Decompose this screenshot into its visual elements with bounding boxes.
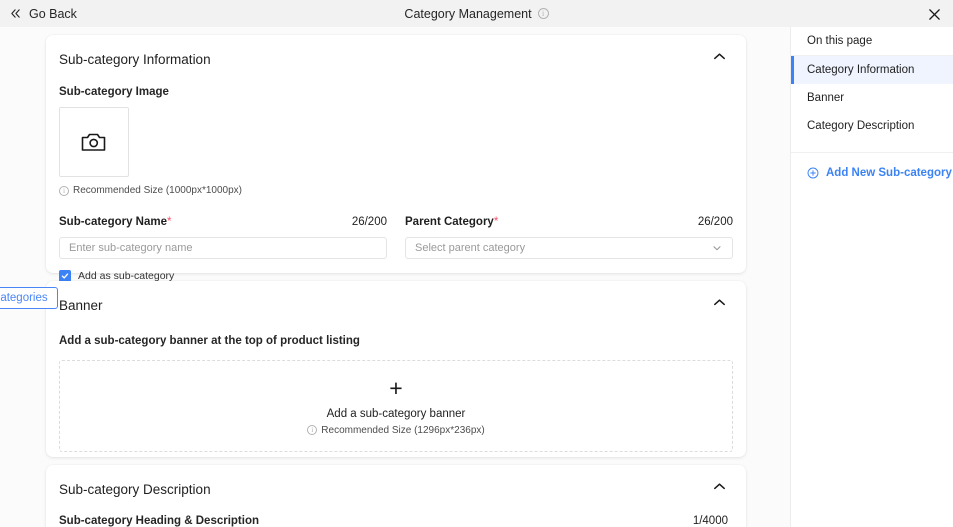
banner-size-hint: i Recommended Size (1296px*236px) bbox=[307, 424, 485, 436]
rail-divider bbox=[791, 152, 953, 153]
rail-item-label: Category Description bbox=[807, 120, 915, 132]
information-card-title: Sub-category Information bbox=[59, 51, 211, 67]
info-circle-icon: i bbox=[307, 425, 318, 435]
parent-select-placeholder: Select parent category bbox=[415, 242, 526, 254]
plus-circle-icon bbox=[807, 167, 819, 179]
go-back-label: Go Back bbox=[29, 6, 77, 21]
name-field-header: Sub-category Name* 26/200 bbox=[59, 212, 387, 230]
required-asterisk: * bbox=[167, 216, 172, 228]
info-circle-icon: i bbox=[537, 8, 549, 19]
close-icon bbox=[928, 8, 940, 20]
category-management-window: Go Back Category Management i Add Catego… bbox=[0, 0, 953, 527]
banner-description: Add a sub-category banner at the top of … bbox=[59, 335, 360, 347]
name-input-placeholder: Enter sub-category name bbox=[69, 242, 193, 254]
rail-item-label: Banner bbox=[807, 92, 845, 104]
camera-icon bbox=[81, 133, 106, 151]
content-area: Add Categories Sub-category Information … bbox=[0, 27, 953, 527]
page-title: Category Management bbox=[404, 6, 532, 21]
main-scroll-column[interactable]: Sub-category Information Sub-category Im… bbox=[0, 27, 790, 527]
rail-header: On this page bbox=[791, 27, 953, 56]
sub-category-information-card: Sub-category Information Sub-category Im… bbox=[46, 35, 746, 282]
rail-item-category-description[interactable]: Category Description bbox=[791, 112, 953, 140]
description-collapse-toggle[interactable] bbox=[711, 478, 728, 500]
rail-item-label: Category Information bbox=[807, 64, 915, 76]
banner-collapse-toggle[interactable] bbox=[711, 294, 728, 316]
description-char-counter: 1/4000 bbox=[692, 515, 728, 527]
description-field-header: Sub-category Heading & Description 1/400… bbox=[46, 515, 746, 527]
banner-description-wrap: Add a sub-category banner at the top of … bbox=[46, 331, 746, 349]
sub-category-name-field-group: Sub-category Name* 26/200 Enter sub-cate… bbox=[59, 212, 387, 259]
chevron-double-left-icon bbox=[9, 7, 22, 20]
banner-card-title: Banner bbox=[59, 297, 103, 313]
parent-field-header: Parent Category* 26/200 bbox=[405, 212, 733, 230]
parent-category-field-group: Parent Category* 26/200 Select parent ca… bbox=[405, 212, 733, 259]
name-char-counter: 26/200 bbox=[351, 216, 387, 228]
parent-char-counter: 26/200 bbox=[697, 216, 733, 228]
sub-category-image-upload[interactable] bbox=[59, 107, 129, 177]
on-this-page-rail: On this page Category Information Banner… bbox=[790, 27, 953, 527]
chevron-up-icon bbox=[714, 483, 725, 490]
heading-description-label: Sub-category Heading & Description bbox=[59, 515, 260, 527]
information-fields-row: Sub-category Name* 26/200 Enter sub-cate… bbox=[46, 212, 746, 259]
add-categories-button[interactable]: Add Categories bbox=[0, 287, 58, 309]
window-title-group: Category Management i bbox=[0, 0, 953, 27]
image-size-hint-text: Recommended Size (1000px*1000px) bbox=[73, 185, 242, 196]
add-new-sub-category-button[interactable]: Add New Sub-category bbox=[791, 167, 953, 179]
top-bar: Go Back Category Management i bbox=[0, 0, 953, 27]
information-collapse-toggle[interactable] bbox=[711, 48, 728, 70]
rail-item-category-information[interactable]: Category Information bbox=[791, 56, 953, 84]
description-card-header: Sub-category Description bbox=[46, 465, 746, 500]
parent-category-select[interactable]: Select parent category bbox=[405, 237, 733, 259]
go-back-button[interactable]: Go Back bbox=[9, 7, 77, 21]
info-circle-icon: i bbox=[59, 185, 69, 196]
chevron-up-icon bbox=[714, 53, 725, 60]
plus-icon: + bbox=[389, 374, 403, 401]
banner-card: Banner Add a sub-category banner at the … bbox=[46, 281, 746, 457]
parent-category-label: Parent Category bbox=[405, 216, 494, 228]
chevron-up-icon bbox=[714, 299, 725, 306]
image-upload-group: Sub-category Image i Recommended Size (1… bbox=[46, 86, 746, 196]
chevron-down-icon bbox=[713, 246, 721, 251]
required-asterisk: * bbox=[493, 216, 499, 228]
banner-dropzone-label: Add a sub-category banner bbox=[326, 407, 466, 420]
information-card-header: Sub-category Information bbox=[46, 35, 746, 70]
sub-category-image-label: Sub-category Image bbox=[59, 86, 169, 98]
image-size-hint: i Recommended Size (1000px*1000px) bbox=[59, 185, 733, 196]
parent-label-wrap: Parent Category* bbox=[405, 212, 498, 230]
description-card-title: Sub-category Description bbox=[59, 481, 211, 497]
name-label-wrap: Sub-category Name* bbox=[59, 212, 172, 230]
add-new-sub-category-label: Add New Sub-category bbox=[826, 167, 952, 179]
banner-dropzone[interactable]: + Add a sub-category banner i Recommende… bbox=[59, 360, 733, 452]
sub-category-description-card: Sub-category Description Sub-category He… bbox=[46, 465, 746, 527]
close-button[interactable] bbox=[924, 4, 944, 24]
sub-category-name-label: Sub-category Name bbox=[59, 216, 168, 228]
rail-item-banner[interactable]: Banner bbox=[791, 84, 953, 112]
banner-size-hint-text: Recommended Size (1296px*236px) bbox=[321, 424, 485, 436]
check-icon bbox=[61, 273, 69, 279]
sub-category-name-input[interactable]: Enter sub-category name bbox=[59, 237, 387, 259]
banner-card-header: Banner bbox=[46, 281, 746, 316]
